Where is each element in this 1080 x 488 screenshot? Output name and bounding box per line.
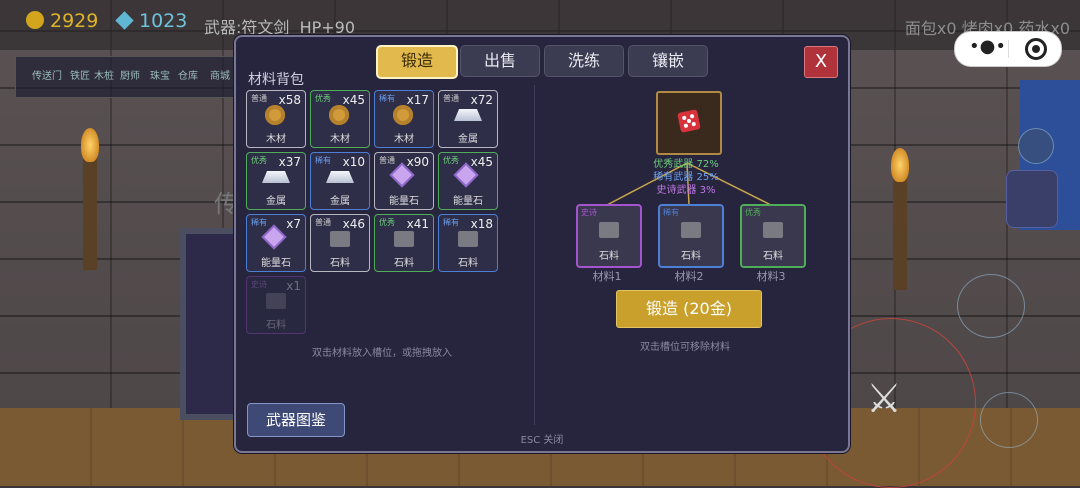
item-name: 石料 [681,251,701,262]
more-icon[interactable]: •●• [969,36,1006,57]
nav-dummy[interactable]: 木桩 [94,67,114,82]
torch-flame-icon [81,128,99,162]
gem-counter: 1023 [115,10,187,32]
torch-flame-icon [891,148,909,182]
stone-icon [681,222,701,238]
inventory-chest-icon[interactable] [1006,170,1058,228]
recipe-slot-label: 材料3 [756,270,786,283]
dash-skill-icon[interactable] [957,274,1025,338]
dice-icon [677,109,701,133]
nav-jewel[interactable]: 珠宝 [150,67,170,82]
quality-label: 史诗 [581,208,597,217]
nav-shop[interactable]: 商城 [210,67,230,82]
crossed-swords-icon[interactable]: ⚔ [866,376,902,422]
recipe-slot-label: 材料1 [592,270,622,283]
stone-icon [763,222,783,238]
nav-chef[interactable]: 厨师 [120,67,140,82]
close-miniprogram-icon[interactable] [1025,38,1047,60]
forge-hint: 双击槽位可移除材料 [640,342,730,353]
nav-blacksmith[interactable]: 铁匠 [70,67,90,82]
gem-icon [115,11,134,30]
odds-epic: 史诗武器 3% [656,185,716,196]
recipe-slot[interactable]: 史诗石料 [576,204,642,268]
forge-result-slot[interactable] [656,91,722,155]
nav-strip[interactable]: 传送门 铁匠 木桩 厨师 珠宝 仓库 商城 [15,56,241,98]
jump-skill-icon[interactable] [980,392,1038,448]
recipe-slot-label: 材料2 [674,270,704,283]
recipe-slot[interactable]: 优秀石料 [740,204,806,268]
gold-counter: 2929 [26,10,98,32]
settings-icon[interactable] [1018,128,1054,164]
quality-label: 优秀 [745,208,761,217]
item-name: 石料 [599,251,619,262]
miniprogram-capsule[interactable]: •●• [954,31,1062,67]
esc-hint: ESC 关闭 [520,435,564,446]
forge-button[interactable]: 锻造 (20金) [616,290,762,328]
stone-icon [599,222,619,238]
quality-label: 稀有 [663,208,679,217]
item-name: 石料 [763,251,783,262]
coin-icon [26,11,44,29]
nav-storage[interactable]: 仓库 [178,67,198,82]
forge-panel: 锻造 出售 洗练 镶嵌 X 材料背包 普通 x58 木材 优秀 x45 木材 稀有 x17 木材… [234,35,850,453]
recipe-slot[interactable]: 稀有石料 [658,204,724,268]
nav-teleport[interactable]: 传送门 [32,67,62,82]
